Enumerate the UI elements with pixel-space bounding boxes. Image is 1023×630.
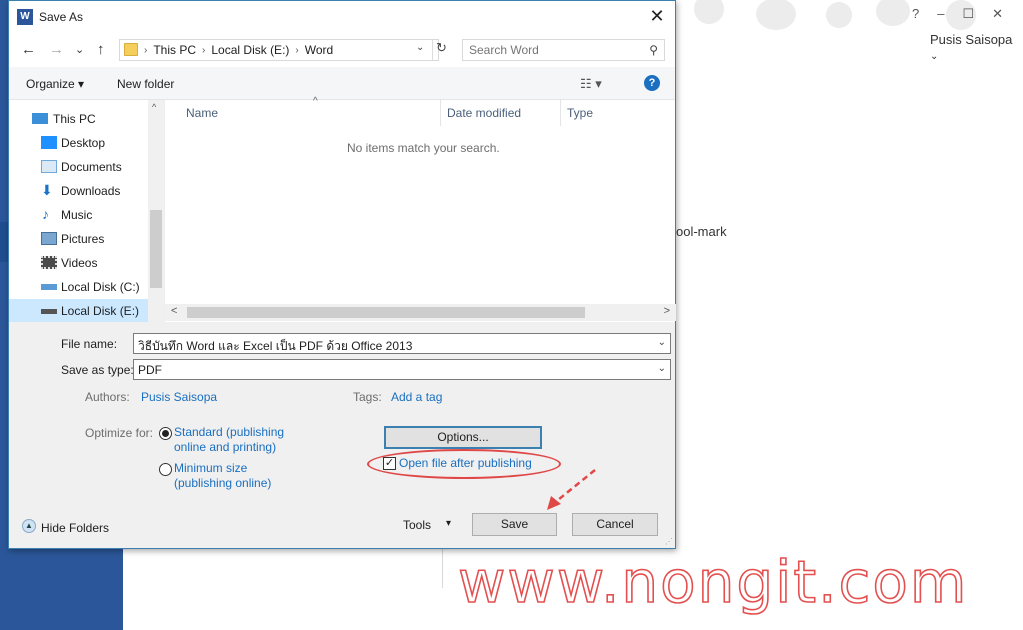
word-app-icon: W — [17, 9, 33, 25]
search-box[interactable]: ⚲ — [462, 39, 665, 61]
folder-icon — [124, 43, 138, 56]
divider — [442, 548, 443, 588]
background-partial-text: ool-mark — [676, 224, 727, 239]
nav-item-local-disk-c[interactable]: Local Disk (C:) — [9, 275, 148, 299]
tags-label: Tags: — [353, 390, 382, 404]
options-button[interactable]: Options... — [384, 426, 542, 449]
organize-button[interactable]: Organize ▾ — [26, 77, 84, 91]
authors-value[interactable]: Pusis Saisopa — [141, 390, 217, 404]
drive-e-icon — [41, 309, 57, 314]
pictures-icon — [41, 232, 57, 245]
scroll-up-icon[interactable]: ^ — [152, 102, 156, 112]
chevron-down-icon[interactable]: ⌄ — [658, 337, 666, 348]
tools-menu[interactable]: Tools — [403, 518, 431, 532]
back-arrow-icon[interactable]: ← — [21, 41, 36, 58]
save-as-dialog: W Save As ✕ ← → ⌄ ↑ › This PC › Local Di… — [8, 0, 676, 549]
optimize-for-label: Optimize for: — [85, 426, 154, 440]
column-divider[interactable] — [440, 100, 441, 126]
breadcrumb-local-disk-e[interactable]: Local Disk (E:) — [211, 43, 289, 57]
nav-item-local-disk-e[interactable]: Local Disk (E:) — [9, 299, 148, 323]
drive-c-icon — [41, 284, 57, 290]
minimum-size-radio-label[interactable]: Minimum size (publishing online) — [174, 461, 271, 491]
save-as-type-label: Save as type: — [61, 363, 134, 377]
column-header-date-modified[interactable]: Date modified — [447, 106, 521, 120]
breadcrumb-this-pc[interactable]: This PC — [153, 43, 196, 57]
save-options-form: File name: วิธีบันทึก Word และ Excel เป็… — [9, 322, 675, 548]
scroll-left-icon[interactable]: < — [171, 305, 177, 317]
dialog-title: Save As — [39, 10, 84, 24]
highlight-ellipse — [367, 449, 561, 479]
computer-icon — [32, 113, 48, 124]
new-folder-button[interactable]: New folder — [117, 77, 174, 91]
recent-locations-icon[interactable]: ⌄ — [75, 43, 84, 56]
command-bar: Organize ▾ New folder ☷ ▾ ? — [9, 67, 675, 100]
hide-folders-icon[interactable]: ▲ — [22, 519, 36, 533]
minimize-icon[interactable]: – — [937, 6, 944, 22]
resize-grip[interactable]: ⋰ — [665, 537, 673, 546]
nav-item-music[interactable]: ♪ Music — [9, 203, 148, 227]
desktop-icon — [41, 136, 57, 149]
column-header-type[interactable]: Type — [567, 106, 593, 120]
chevron-down-icon[interactable]: ⌄ — [658, 363, 666, 374]
standard-radio[interactable] — [159, 427, 172, 440]
watermark: www.nongit.com — [457, 547, 969, 617]
search-input[interactable] — [469, 41, 639, 59]
nav-item-downloads[interactable]: ⬇ Downloads — [9, 179, 148, 203]
help-icon[interactable]: ? — [644, 75, 660, 91]
address-row: ← → ⌄ ↑ › This PC › Local Disk (E:) › Wo… — [9, 33, 675, 67]
downloads-icon: ⬇ — [41, 182, 53, 198]
horizontal-scrollbar[interactable]: < > — [165, 304, 676, 321]
nav-item-this-pc[interactable]: This PC — [9, 107, 148, 131]
standard-radio-label[interactable]: Standard (publishing online and printing… — [174, 425, 284, 455]
breadcrumb-word[interactable]: Word — [305, 43, 333, 57]
up-arrow-icon[interactable]: ↑ — [97, 41, 105, 58]
videos-icon — [41, 256, 57, 269]
nav-item-pictures[interactable]: Pictures — [9, 227, 148, 251]
save-button[interactable]: Save — [472, 513, 557, 536]
view-options-icon[interactable]: ☷ ▾ — [580, 76, 602, 92]
search-icon[interactable]: ⚲ — [649, 43, 658, 57]
column-divider[interactable] — [560, 100, 561, 126]
close-icon[interactable]: ✕ — [992, 6, 1003, 22]
maximize-icon[interactable]: ☐ — [962, 6, 974, 22]
nav-scrollbar[interactable]: ^ — [148, 100, 164, 322]
nav-item-documents[interactable]: Documents — [9, 155, 148, 179]
add-tag-link[interactable]: Add a tag — [391, 390, 442, 404]
dialog-titlebar[interactable]: W Save As ✕ — [9, 1, 675, 33]
signed-in-user[interactable]: Pusis Saisopa ⌄ — [930, 32, 1023, 62]
refresh-icon[interactable]: ↻ — [432, 40, 450, 60]
scroll-thumb[interactable] — [150, 210, 162, 288]
annotation-arrow — [547, 469, 596, 510]
hide-folders-button[interactable]: Hide Folders — [41, 521, 109, 535]
chevron-down-icon[interactable]: ⌄ — [416, 42, 424, 53]
empty-message: No items match your search. — [347, 141, 500, 155]
minimum-size-radio[interactable] — [159, 463, 172, 476]
file-name-field[interactable]: วิธีบันทึก Word และ Excel เป็น PDF ด้วย … — [133, 333, 671, 354]
breadcrumb: › This PC › Local Disk (E:) › Word — [144, 43, 334, 57]
sort-arrow-icon: ^ — [313, 96, 318, 107]
chevron-down-icon[interactable]: ▾ — [446, 518, 451, 529]
cancel-button[interactable]: Cancel — [572, 513, 658, 536]
file-list: ^ Name Date modified Type No items match… — [164, 96, 676, 322]
forward-arrow-icon[interactable]: → — [49, 41, 64, 58]
file-name-label: File name: — [61, 337, 118, 351]
scroll-right-icon[interactable]: > — [664, 305, 670, 317]
help-icon[interactable]: ? — [912, 6, 919, 22]
nav-item-desktop[interactable]: Desktop — [9, 131, 148, 155]
nav-item-videos[interactable]: Videos — [9, 251, 148, 275]
music-icon: ♪ — [42, 206, 49, 222]
column-header-name[interactable]: Name — [186, 106, 218, 120]
navigation-pane: This PC Desktop Documents ⬇ Downloads ♪ … — [9, 100, 164, 323]
save-as-type-select[interactable]: PDF ⌄ — [133, 359, 671, 380]
documents-icon — [41, 160, 57, 173]
scroll-thumb[interactable] — [187, 307, 585, 318]
authors-label: Authors: — [85, 390, 130, 404]
word-window-controls: ? – ☐ ✕ — [912, 6, 1003, 22]
close-icon[interactable]: ✕ — [647, 5, 667, 27]
address-bar[interactable]: › This PC › Local Disk (E:) › Word ⌄ ↻ — [119, 39, 447, 61]
